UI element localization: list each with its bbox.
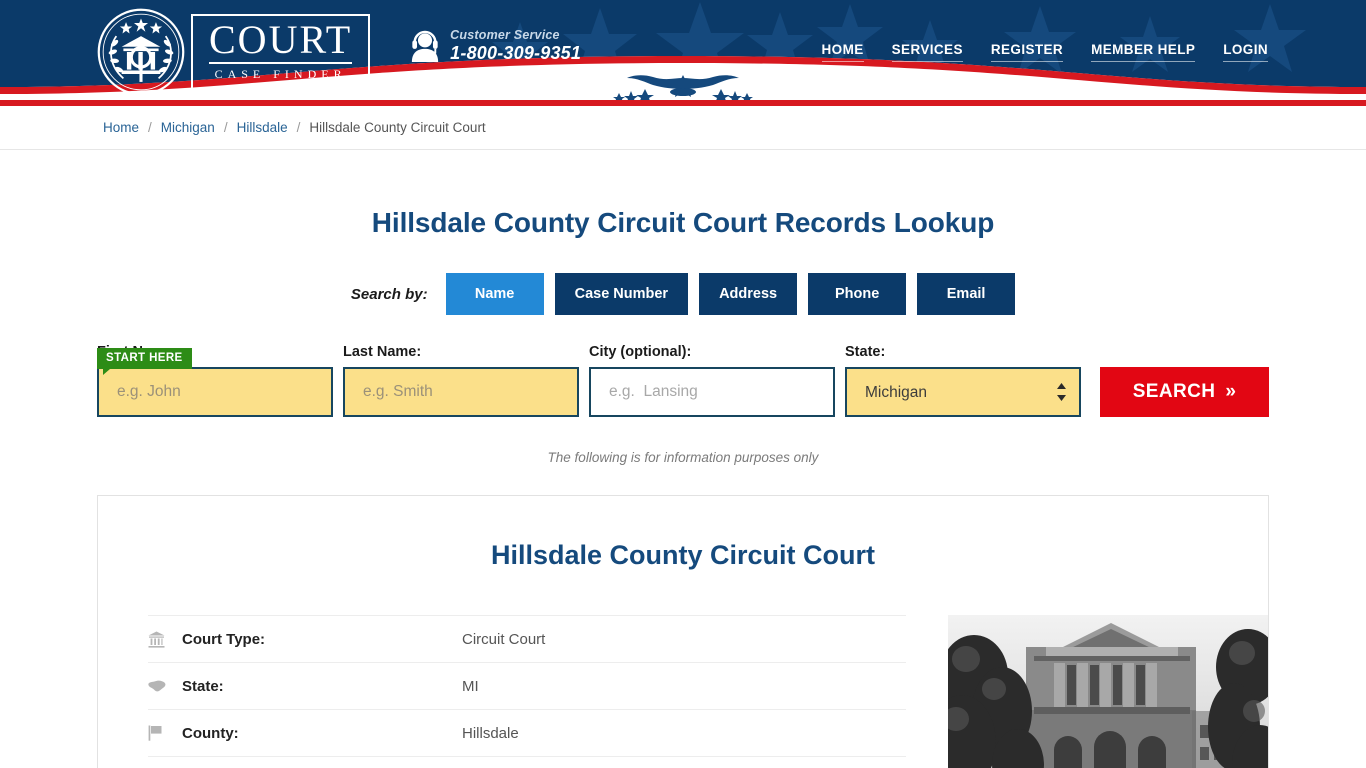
tab-email[interactable]: Email: [917, 273, 1016, 315]
nav-item-services[interactable]: SERVICES: [891, 42, 963, 62]
breadcrumb-separator: /: [296, 120, 301, 135]
nav-item-login[interactable]: LOGIN: [1223, 42, 1268, 62]
breadcrumb-bar: Home / Michigan / Hillsdale / Hillsdale …: [0, 106, 1366, 150]
last-name-field-group: Last Name:: [343, 344, 579, 417]
first-name-input[interactable]: [97, 367, 333, 417]
logo-main-text: COURT: [209, 17, 353, 64]
breadcrumb-separator: /: [148, 120, 152, 135]
detail-value: MI: [462, 677, 479, 695]
search-by-label: Search by:: [350, 285, 428, 303]
customer-service-phone[interactable]: 1-800-309-9351: [450, 43, 581, 64]
customer-service-label: Customer Service: [450, 28, 560, 42]
nav-item-register[interactable]: REGISTER: [990, 42, 1064, 62]
last-name-label: Last Name:: [343, 344, 422, 360]
header-red-band: [0, 100, 1366, 106]
headset-support-icon: [412, 30, 439, 62]
breadcrumb-item-current: Hillsdale County Circuit Court: [309, 120, 486, 135]
table-row: Court Type: Circuit Court: [148, 615, 906, 662]
customer-service-block: Customer Service 1-800-309-9351: [410, 28, 581, 64]
flag-icon: [148, 725, 182, 741]
detail-value: Circuit Court: [462, 630, 546, 648]
state-select[interactable]: Michigan: [845, 367, 1081, 417]
logo-wordmark: COURT CASE FINDER: [191, 14, 371, 90]
court-card-title: Hillsdale County Circuit Court: [490, 540, 876, 570]
city-field-group: City (optional):: [589, 344, 835, 417]
search-form: START HERE First Name: Last Name: City (…: [0, 344, 1366, 417]
detail-label: County:: [182, 724, 239, 742]
main-navigation: HOME SERVICES REGISTER MEMBER HELP LOGIN: [821, 42, 1268, 62]
breadcrumb-separator: /: [223, 120, 228, 135]
tab-phone[interactable]: Phone: [808, 273, 907, 315]
tab-address[interactable]: Address: [699, 273, 798, 315]
page-title: Hillsdale County Circuit Court Records L…: [371, 207, 995, 238]
court-detail-table: Court Type: Circuit Court State: MI Coun…: [148, 615, 906, 768]
tab-case-number[interactable]: Case Number: [554, 273, 689, 315]
court-seal-icon: [97, 8, 185, 96]
logo-sub-text: CASE FINDER: [214, 67, 347, 81]
last-name-input[interactable]: [343, 367, 579, 417]
state-label: State:: [845, 344, 886, 360]
courthouse-photo: [948, 615, 1268, 768]
search-button[interactable]: SEARCH »: [1100, 367, 1269, 417]
breadcrumb-item-hillsdale[interactable]: Hillsdale: [237, 120, 288, 135]
court-info-card: Hillsdale County Circuit Court Court Typ…: [97, 495, 1269, 768]
detail-label: State:: [182, 677, 224, 695]
breadcrumb-item-home[interactable]: Home: [103, 120, 139, 135]
city-label: City (optional):: [589, 344, 692, 360]
nav-item-home[interactable]: HOME: [821, 42, 864, 62]
detail-value: Hillsdale: [462, 724, 519, 742]
search-by-tabs: Search by: Name Case Number Address Phon…: [0, 273, 1366, 315]
state-field-group: State: Michigan: [845, 344, 1081, 417]
double-chevron-right-icon: »: [1225, 381, 1237, 402]
table-row: County: Hillsdale: [148, 709, 906, 756]
city-input[interactable]: [589, 367, 835, 417]
breadcrumb-item-michigan[interactable]: Michigan: [161, 120, 215, 135]
table-bottom-divider: [148, 756, 906, 757]
detail-label: Court Type:: [182, 630, 266, 648]
site-logo[interactable]: COURT CASE FINDER: [97, 8, 371, 96]
breadcrumb: Home / Michigan / Hillsdale / Hillsdale …: [103, 120, 486, 135]
info-note: The following is for information purpose…: [547, 450, 819, 465]
search-button-label: SEARCH: [1132, 381, 1216, 402]
usa-map-icon: [148, 679, 182, 693]
bank-icon: [148, 631, 182, 648]
tab-name[interactable]: Name: [445, 273, 544, 315]
start-here-badge: START HERE: [97, 348, 192, 375]
site-header: COURT CASE FINDER Customer Service 1-800…: [0, 0, 1366, 100]
nav-item-member-help[interactable]: MEMBER HELP: [1091, 42, 1196, 62]
table-row: State: MI: [148, 662, 906, 709]
